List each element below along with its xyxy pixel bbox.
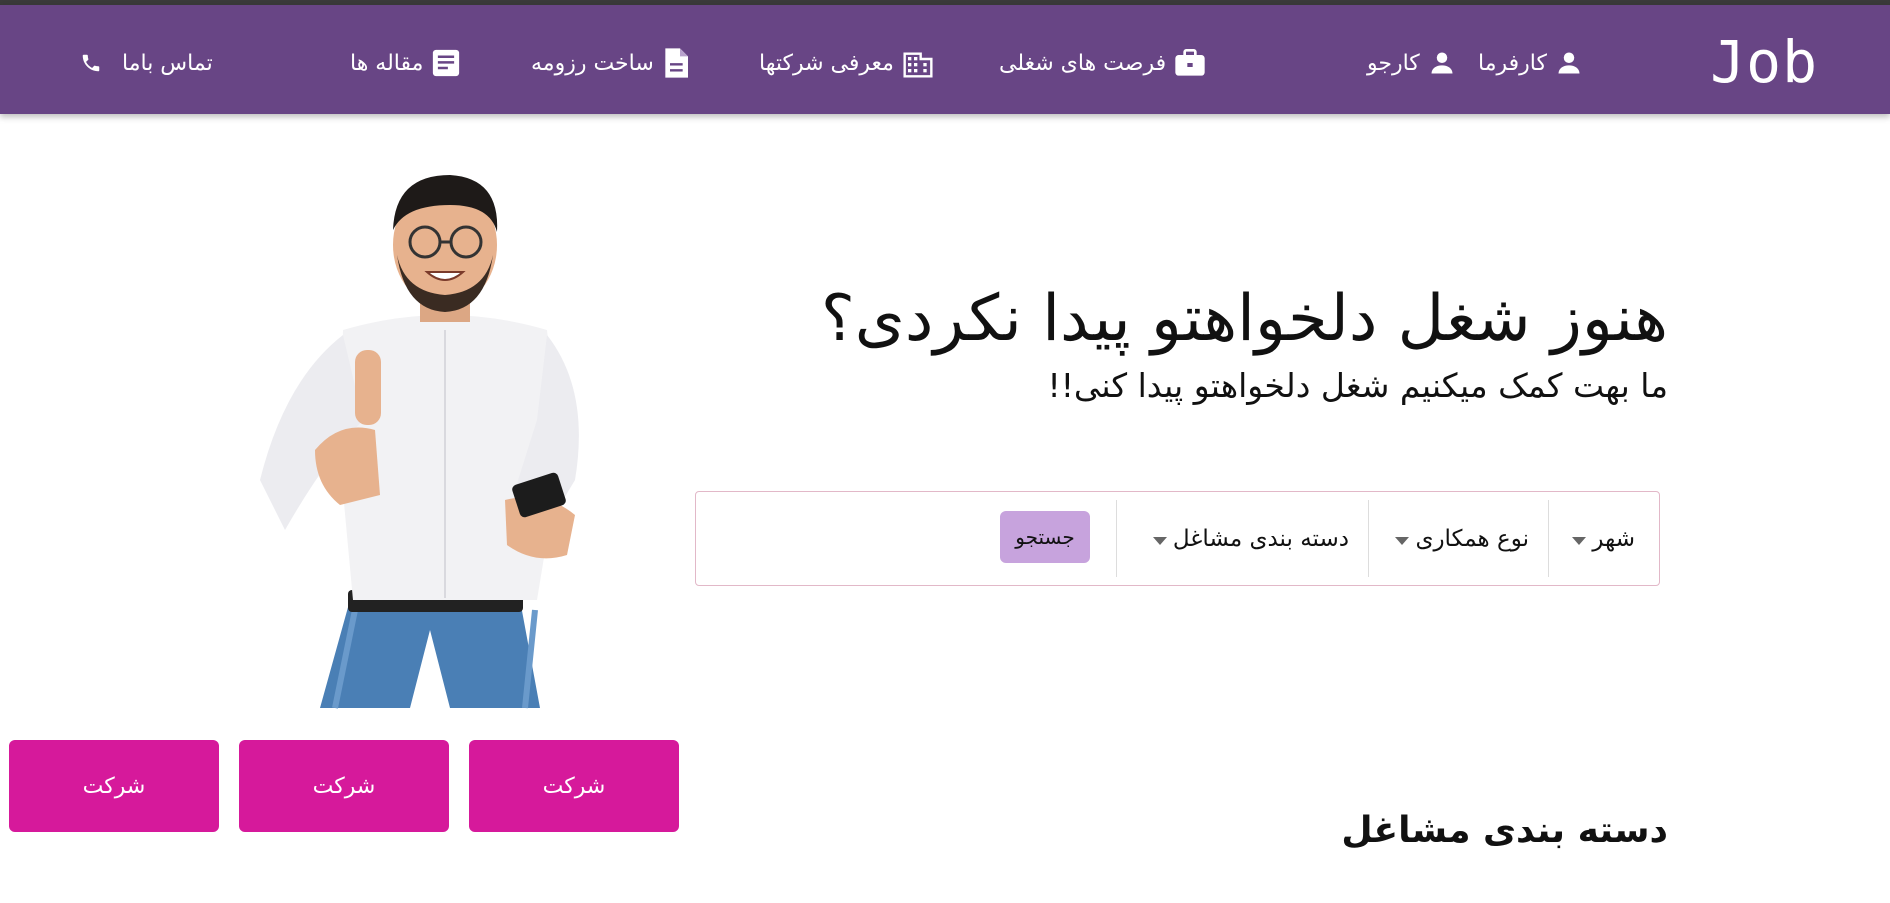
hero-subline: ما بهت کمک میکنیم شغل دلخواهتو پیدا کنی!… xyxy=(1047,366,1668,405)
nav-articles-label: مقاله ها xyxy=(350,50,424,76)
nav-resume-label: ساخت رزومه xyxy=(531,50,654,76)
cooperation-type-label: نوع همکاری xyxy=(1415,525,1529,552)
nav-jobseeker-label: کارجو xyxy=(1367,50,1420,76)
divider xyxy=(1116,500,1117,577)
company-button-2[interactable]: شرکت xyxy=(239,740,449,832)
caret-down-icon xyxy=(1152,536,1167,545)
search-button[interactable]: جستجو xyxy=(1000,511,1090,563)
hero-person-image xyxy=(260,175,579,709)
nav-jobseeker[interactable]: کارجو xyxy=(1367,45,1456,81)
nav-contact[interactable]: تماس باما xyxy=(80,45,213,81)
navbar: Job کارفرما کارجو فرصت های شغلی معرفی شر… xyxy=(0,5,1890,114)
nav-companies-label: معرفی شرکتها xyxy=(759,50,894,76)
article-icon xyxy=(431,48,461,78)
nav-employer[interactable]: کارفرما xyxy=(1478,45,1583,81)
job-category-dropdown[interactable]: دسته بندی مشاغل xyxy=(1152,500,1349,577)
person-icon xyxy=(1555,49,1583,77)
briefcase-icon xyxy=(1174,48,1206,78)
nav-companies[interactable]: معرفی شرکتها xyxy=(759,45,934,81)
job-category-label: دسته بندی مشاغل xyxy=(1172,525,1349,552)
divider xyxy=(1548,500,1549,577)
caret-down-icon xyxy=(1395,536,1410,545)
logo[interactable]: Job xyxy=(1710,29,1818,95)
document-icon xyxy=(662,47,690,79)
nav-employer-label: کارفرما xyxy=(1478,50,1547,76)
search-bar: شهر نوع همکاری دسته بندی مشاغل جستجو xyxy=(695,491,1660,586)
caret-down-icon xyxy=(1572,536,1587,545)
job-categories-title: دسته بندی مشاغل xyxy=(1341,810,1668,851)
nav-job-opportunities-label: فرصت های شغلی xyxy=(999,50,1167,76)
divider xyxy=(1368,500,1369,577)
nav-articles[interactable]: مقاله ها xyxy=(350,45,461,81)
phone-icon xyxy=(80,52,102,74)
city-dropdown-label: شهر xyxy=(1592,525,1635,552)
building-icon xyxy=(902,47,934,79)
city-dropdown[interactable]: شهر xyxy=(1572,500,1635,577)
nav-resume[interactable]: ساخت رزومه xyxy=(531,45,690,81)
hero-headline: هنوز شغل دلخواهتو پیدا نکردی؟ xyxy=(820,282,1668,356)
nav-job-opportunities[interactable]: فرصت های شغلی xyxy=(999,45,1206,81)
company-button-3[interactable]: شرکت xyxy=(9,740,219,832)
cooperation-type-dropdown[interactable]: نوع همکاری xyxy=(1395,500,1529,577)
company-button-1[interactable]: شرکت xyxy=(469,740,679,832)
person-icon xyxy=(1428,49,1456,77)
nav-contact-label: تماس باما xyxy=(122,50,213,76)
